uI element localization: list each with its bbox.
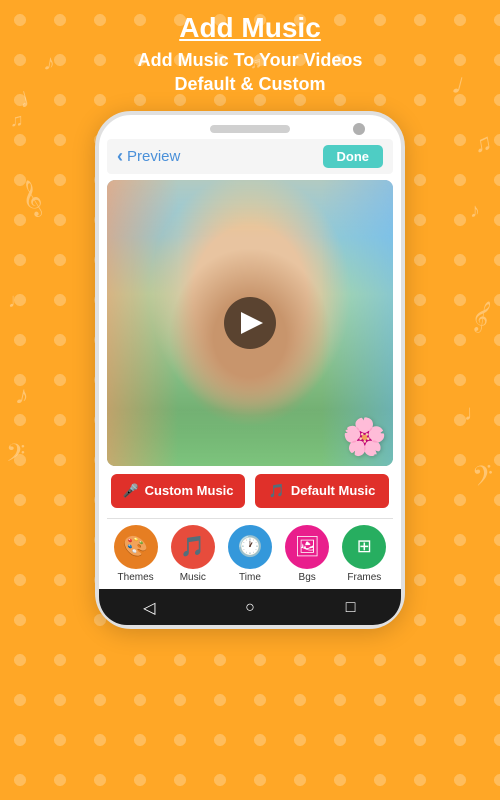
music-icon-circle: 🎵 (171, 525, 215, 569)
frames-icon: ⊞ (357, 536, 372, 557)
nav-item-frames[interactable]: ⊞ Frames (342, 525, 386, 583)
phone-mockup: ‹ Preview Done 🌸 🎤 Custom Music (95, 111, 405, 629)
done-button[interactable]: Done (323, 145, 384, 168)
phone-recent-icon: □ (346, 599, 356, 617)
themes-icon-circle: 🎨 (114, 525, 158, 569)
back-chevron-icon: ‹ (117, 146, 123, 167)
time-label: Time (239, 572, 261, 583)
bgs-icon-circle: 🖼 (285, 525, 329, 569)
nav-item-bgs[interactable]: 🖼 Bgs (285, 525, 329, 583)
page-title: Add Music (179, 12, 321, 44)
phone-back-button[interactable]: ◁ (133, 597, 165, 619)
default-music-label: Default Music (291, 483, 376, 498)
back-button[interactable]: ‹ Preview (117, 146, 180, 167)
frames-icon-circle: ⊞ (342, 525, 386, 569)
music-buttons-container: 🎤 Custom Music 🎵 Default Music (107, 474, 393, 508)
phone-home-button[interactable]: ○ (234, 597, 266, 619)
time-icon: 🕐 (238, 534, 263, 559)
nav-item-time[interactable]: 🕐 Time (228, 525, 272, 583)
video-image: 🌸 (107, 180, 393, 466)
video-preview: 🌸 (107, 180, 393, 466)
phone-back-icon: ◁ (143, 598, 155, 618)
phone-recent-button[interactable]: □ (335, 597, 367, 619)
time-icon-circle: 🕐 (228, 525, 272, 569)
preview-label: Preview (127, 148, 180, 165)
page-subtitle: Add Music To Your VideosDefault & Custom (138, 48, 363, 97)
custom-music-icon: 🎤 (122, 483, 138, 499)
phone-home-icon: ○ (245, 599, 255, 617)
nav-item-music[interactable]: 🎵 Music (171, 525, 215, 583)
phone-camera (353, 123, 365, 135)
frames-label: Frames (347, 572, 381, 583)
bottom-nav: 🎨 Themes 🎵 Music 🕐 Time 🖼 Bgs (107, 518, 393, 585)
app-header: ‹ Preview Done (107, 139, 393, 174)
music-icon: 🎵 (180, 534, 205, 559)
flower-decoration: 🌸 (342, 416, 387, 458)
bgs-label: Bgs (299, 572, 316, 583)
themes-icon: 🎨 (123, 534, 148, 559)
phone-speaker (210, 125, 290, 133)
phone-nav-bar: ◁ ○ □ (99, 589, 401, 625)
bgs-icon: 🖼 (294, 534, 319, 559)
phone-top-bar (107, 125, 393, 133)
themes-label: Themes (118, 572, 154, 583)
default-music-icon: 🎵 (269, 483, 285, 499)
page-content: Add Music Add Music To Your VideosDefaul… (0, 0, 500, 629)
nav-item-themes[interactable]: 🎨 Themes (114, 525, 158, 583)
custom-music-button[interactable]: 🎤 Custom Music (111, 474, 245, 508)
play-icon (241, 312, 263, 334)
default-music-button[interactable]: 🎵 Default Music (255, 474, 389, 508)
music-label: Music (180, 572, 206, 583)
play-button[interactable] (224, 297, 276, 349)
custom-music-label: Custom Music (145, 483, 234, 498)
